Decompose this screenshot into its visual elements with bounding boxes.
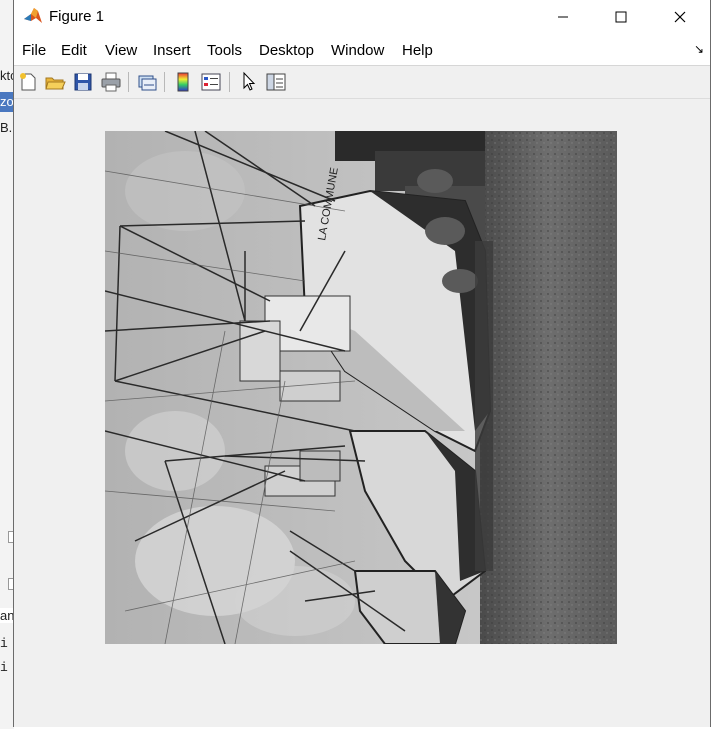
menu-desktop[interactable]: Desktop [259,42,314,59]
boat-image[interactable]: LA COMMUNE [105,131,617,644]
figure-canvas[interactable]: LA COMMUNE [14,99,710,727]
toolbar-separator [128,72,129,92]
insert-legend-icon[interactable] [200,71,222,93]
dock-figure-icon[interactable]: ↘ [694,42,704,56]
edit-plot-arrow-icon[interactable] [238,71,260,93]
background-text-fragment: i [0,636,8,651]
minimize-button[interactable] [534,0,592,33]
background-text-fragment: zo [0,94,14,109]
menu-tools[interactable]: Tools [207,42,242,59]
figure-window: Figure 1 File Edit View Insert Tools Des… [13,0,711,727]
menu-view[interactable]: View [105,42,137,59]
menu-help[interactable]: Help [402,42,433,59]
menu-edit[interactable]: Edit [61,42,87,59]
maximize-button[interactable] [592,0,650,33]
save-icon[interactable] [72,71,94,93]
insert-colorbar-icon[interactable] [172,71,194,93]
link-plot-icon[interactable] [136,71,158,93]
toolbar-separator [164,72,165,92]
menu-file[interactable]: File [22,42,46,59]
background-text-fragment: an [0,608,14,623]
matlab-logo-icon [24,8,42,23]
new-figure-icon[interactable] [17,71,39,93]
property-inspector-icon[interactable] [265,71,287,93]
open-file-icon[interactable] [44,71,66,93]
background-text-fragment: i [0,660,8,675]
close-button[interactable] [651,0,709,33]
maximize-icon [615,11,627,22]
background-text-fragment: B.n [0,120,14,135]
toolbar-separator [229,72,230,92]
print-icon[interactable] [100,71,122,93]
window-title: Figure 1 [49,8,105,25]
background-selected-row: zo [0,92,14,112]
figure-toolbar [14,66,710,99]
minimize-icon [558,16,568,17]
background-text-fragment: ktc [0,68,14,83]
close-icon [674,11,686,22]
title-bar[interactable]: Figure 1 [14,0,710,33]
menu-bar: File Edit View Insert Tools Desktop Wind… [14,33,710,66]
menu-insert[interactable]: Insert [153,42,191,59]
menu-window[interactable]: Window [331,42,384,59]
